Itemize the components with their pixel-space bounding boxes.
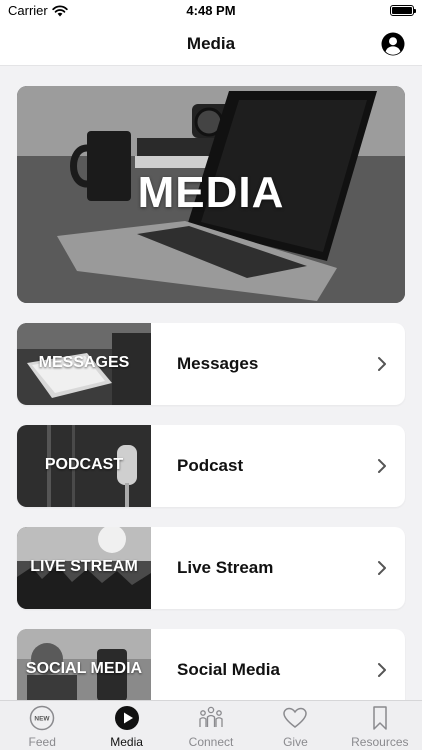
social-media-thumbnail: SOCIAL MEDIA xyxy=(17,629,151,711)
tab-media-label: Media xyxy=(110,735,143,749)
live-stream-label: Live Stream xyxy=(177,558,274,577)
chevron-right-icon xyxy=(378,561,386,575)
messages-label: Messages xyxy=(177,354,259,373)
bookmark-icon xyxy=(373,706,387,730)
chevron-right-icon xyxy=(378,459,386,473)
heart-icon xyxy=(283,707,308,728)
tab-bar: NEW Feed Media Connect Give Resources xyxy=(0,700,422,750)
tab-connect-label: Connect xyxy=(188,735,234,749)
tab-resources-label: Resources xyxy=(351,735,409,749)
tab-feed[interactable]: NEW Feed xyxy=(0,701,84,750)
podcast-thumbnail-label: PODCAST xyxy=(44,456,124,473)
status-time: 4:48 PM xyxy=(186,3,236,18)
chevron-right-icon xyxy=(378,663,386,677)
media-hero-banner[interactable]: MEDIA xyxy=(17,86,405,303)
tab-feed-label: Feed xyxy=(28,735,56,749)
feed-badge-text: NEW xyxy=(35,716,51,723)
tab-give-label: Give xyxy=(283,735,308,749)
chevron-right-icon xyxy=(378,357,386,371)
battery-icon xyxy=(390,5,416,16)
page-title: Media xyxy=(186,34,236,53)
messages-thumbnail-label: MESSAGES xyxy=(38,354,130,371)
tab-media[interactable]: Media xyxy=(84,701,168,750)
tab-connect[interactable]: Connect xyxy=(169,701,253,750)
live-stream-thumbnail: LIVE STREAM xyxy=(17,527,151,609)
people-icon xyxy=(199,706,223,727)
media-card-live-stream[interactable]: LIVE STREAM Live Stream xyxy=(17,527,405,609)
live-stream-thumbnail-label: LIVE STREAM xyxy=(30,558,138,575)
social-media-label: Social Media xyxy=(177,660,280,679)
social-media-thumbnail-label: SOCIAL MEDIA xyxy=(25,660,143,677)
media-card-podcast[interactable]: PODCAST Podcast xyxy=(17,425,405,507)
podcast-label: Podcast xyxy=(177,456,244,475)
person-circle-icon[interactable] xyxy=(381,32,405,56)
tab-give[interactable]: Give xyxy=(253,701,337,750)
podcast-thumbnail: PODCAST xyxy=(17,425,151,507)
new-badge-icon: NEW xyxy=(29,705,55,731)
media-card-social-media[interactable]: SOCIAL MEDIA Social Media xyxy=(17,629,405,711)
status-bar: Carrier 4:48 PM xyxy=(0,0,422,22)
hero-title: MEDIA xyxy=(137,168,285,217)
navigation-bar: Media xyxy=(0,22,422,66)
media-card-messages[interactable]: MESSAGES Messages xyxy=(17,323,405,405)
play-circle-icon xyxy=(114,706,139,730)
messages-thumbnail: MESSAGES xyxy=(17,323,151,405)
tab-resources[interactable]: Resources xyxy=(338,701,422,750)
